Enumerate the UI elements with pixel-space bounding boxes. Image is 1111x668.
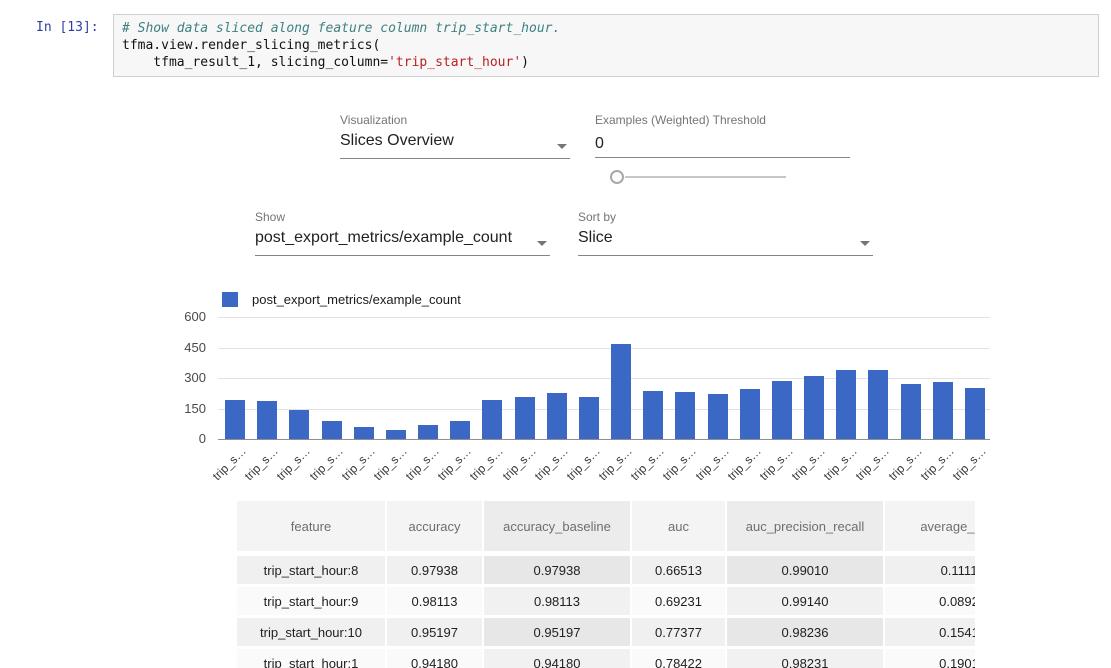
column-header-accuracy[interactable]: accuracy: [386, 501, 483, 554]
bar: [257, 401, 277, 439]
cell-prompt: In [13]:: [36, 20, 99, 35]
table-cell: trip_start_hour:1: [237, 648, 386, 668]
visualization-label: Visualization: [340, 113, 407, 127]
table-cell: 0.98236: [726, 617, 884, 648]
bar: [611, 344, 631, 439]
bar: [482, 400, 502, 439]
table-cell: 0.1901: [884, 648, 975, 668]
metrics-table: featureaccuracyaccuracy_baselineaucauc_p…: [237, 501, 975, 668]
bar: [675, 392, 695, 439]
y-axis-tick-label: 600: [184, 309, 206, 325]
table-cell: 0.99010: [726, 554, 884, 586]
bar: [386, 430, 406, 439]
bar: [933, 382, 953, 439]
code-cell[interactable]: # Show data sliced along feature column …: [113, 14, 1099, 77]
bar: [322, 421, 342, 439]
code-line: tfma.view.render_slicing_metrics(: [122, 37, 1090, 54]
show-metric-select[interactable]: post_export_metrics/example_count: [255, 227, 550, 256]
table-cell: trip_start_hour:9: [237, 586, 386, 617]
bar: [354, 427, 374, 439]
sort-by-label: Sort by: [578, 210, 616, 224]
threshold-input[interactable]: [595, 130, 850, 158]
y-axis-tick-label: 300: [184, 370, 206, 386]
chevron-down-icon: [537, 241, 547, 246]
y-axis: 0150300450600: [162, 310, 206, 440]
table-cell: 0.98113: [483, 586, 631, 617]
visualization-select[interactable]: Slices Overview: [340, 130, 570, 159]
legend-label: post_export_metrics/example_count: [252, 292, 461, 307]
code-line: tfma_result_1, slicing_column='trip_star…: [122, 54, 1090, 71]
bar: [901, 384, 921, 439]
x-axis-line: [218, 439, 990, 440]
table-row: trip_start_hour:10.941800.941800.784220.…: [237, 648, 975, 668]
show-metric-select-value: post_export_metrics/example_count: [255, 227, 550, 249]
table-cell: 0.98231: [726, 648, 884, 668]
table-cell: 0.95197: [483, 617, 631, 648]
bar: [225, 400, 245, 439]
bar: [772, 381, 792, 439]
bar: [836, 370, 856, 439]
table-cell: 0.97938: [386, 554, 483, 586]
table-cell: 0.94180: [483, 648, 631, 668]
threshold-slider[interactable]: [610, 170, 786, 183]
visualization-select-value: Slices Overview: [340, 130, 570, 152]
legend-marker: [222, 292, 238, 307]
chart-legend: post_export_metrics/example_count: [222, 292, 461, 307]
table-cell: 0.1541: [884, 617, 975, 648]
code-string: 'trip_start_hour': [388, 55, 521, 70]
column-header-auc_precision_recall[interactable]: auc_precision_recall: [726, 501, 884, 554]
gridline: [218, 348, 990, 349]
table-row: trip_start_hour:100.951970.951970.773770…: [237, 617, 975, 648]
column-header-accuracy_baseline[interactable]: accuracy_baseline: [483, 501, 631, 554]
table-cell: 0.95197: [386, 617, 483, 648]
table-cell: 0.77377: [631, 617, 726, 648]
table-cell: 0.94180: [386, 648, 483, 668]
table-cell: 0.98113: [386, 586, 483, 617]
column-header-auc[interactable]: auc: [631, 501, 726, 554]
table-cell: trip_start_hour:10: [237, 617, 386, 648]
y-axis-tick-label: 150: [184, 401, 206, 417]
sort-by-select[interactable]: Slice: [578, 227, 873, 256]
slider-thumb[interactable]: [610, 170, 624, 184]
metrics-table-container: featureaccuracyaccuracy_baselineaucauc_p…: [237, 501, 975, 668]
gridline: [218, 317, 990, 318]
slider-track[interactable]: [625, 176, 786, 178]
threshold-label: Examples (Weighted) Threshold: [595, 113, 766, 127]
y-axis-tick-label: 0: [199, 431, 206, 447]
table-header-row: featureaccuracyaccuracy_baselineaucauc_p…: [237, 501, 975, 554]
column-header-average_loss[interactable]: average_loss: [884, 501, 975, 554]
bar: [547, 393, 567, 439]
table-cell: trip_start_hour:8: [237, 554, 386, 586]
sort-by-select-value: Slice: [578, 227, 873, 249]
column-header-feature[interactable]: feature: [237, 501, 386, 554]
bar: [515, 397, 535, 439]
bar: [579, 397, 599, 439]
y-axis-tick-label: 450: [184, 340, 206, 356]
table-cell: 0.97938: [483, 554, 631, 586]
bar-chart-plot-area: trip_s…trip_s…trip_s…trip_s…trip_s…trip_…: [218, 310, 990, 440]
table-cell: 0.0892: [884, 586, 975, 617]
code-comment: # Show data sliced along feature column …: [122, 20, 1090, 37]
table-cell: 0.1111: [884, 554, 975, 586]
bar: [450, 421, 470, 439]
table-row: trip_start_hour:90.981130.981130.692310.…: [237, 586, 975, 617]
bar: [868, 370, 888, 439]
table-cell: 0.78422: [631, 648, 726, 668]
bar: [418, 425, 438, 439]
show-label: Show: [255, 210, 285, 224]
table-row: trip_start_hour:80.979380.979380.665130.…: [237, 554, 975, 586]
bar: [740, 389, 760, 439]
bar: [643, 391, 663, 439]
bar: [804, 376, 824, 439]
chevron-down-icon: [860, 241, 870, 246]
chevron-down-icon: [557, 144, 567, 149]
table-cell: 0.99140: [726, 586, 884, 617]
table-cell: 0.66513: [631, 554, 726, 586]
bar: [289, 410, 309, 439]
table-cell: 0.69231: [631, 586, 726, 617]
bar: [965, 388, 985, 439]
bar: [708, 394, 728, 439]
